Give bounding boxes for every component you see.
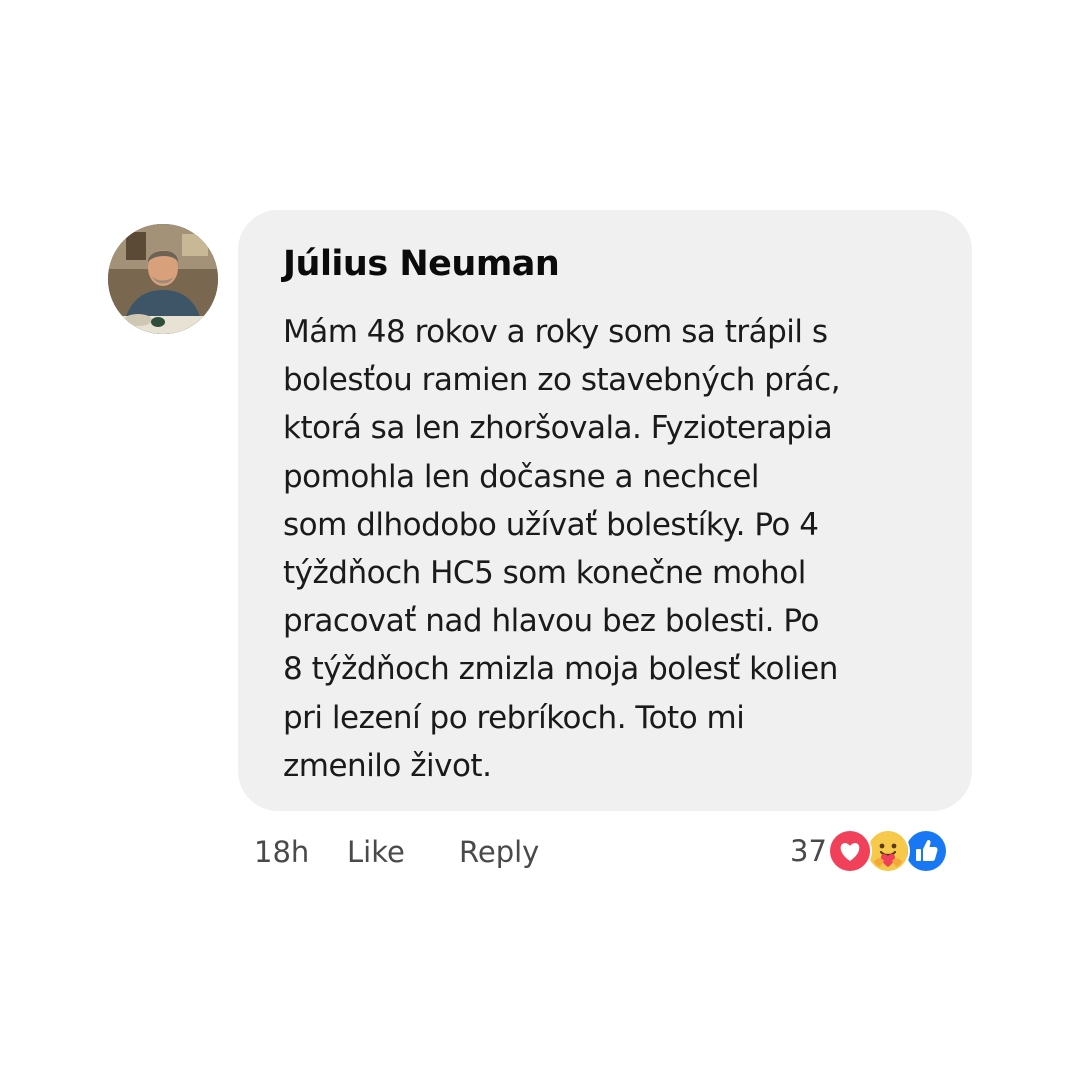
- heart-reaction-icon: [827, 829, 872, 873]
- comment-bubble: Július Neuman Mám 48 rokov a roky som sa…: [238, 210, 972, 811]
- comment-text-line: 8 týždňoch zmizla moja bolesť kolien: [283, 651, 838, 688]
- comment-text-line: týždňoch HC5 som konečne mohol: [283, 555, 806, 592]
- comment-text-line: bolesťou ramien zo stavebných prác,: [283, 362, 841, 399]
- like-reaction-icon: [903, 829, 948, 873]
- comment-text-line: pomohla len dočasne a nechcel: [283, 458, 760, 495]
- reaction-count: 37: [790, 834, 827, 868]
- reactions-summary[interactable]: 37: [790, 829, 948, 873]
- comment-text-line: som dlhodobo užívať bolestíky. Po 4: [283, 506, 819, 543]
- avatar[interactable]: [108, 224, 218, 334]
- avatar-photo: [108, 224, 218, 334]
- comment-timestamp[interactable]: 18h: [254, 832, 309, 872]
- comment-text-line: Mám 48 rokov a roky som sa trápil s: [283, 314, 828, 350]
- comment-text-line: pracovať nad hlavou bez bolesti. Po: [283, 603, 819, 640]
- comment-text-line: ktorá sa len zhoršovala. Fyzioterapia: [283, 410, 833, 447]
- reply-button[interactable]: Reply: [459, 832, 539, 872]
- care-reaction-icon: [865, 829, 910, 873]
- like-button[interactable]: Like: [347, 832, 405, 872]
- comment-text-line: pri lezení po rebríkoch. Toto mi: [283, 699, 745, 736]
- comment-text: Mám 48 rokov a roky som sa trápil s bole…: [283, 308, 928, 790]
- comment-text-line: zmenilo život.: [283, 747, 492, 784]
- comment-author-name[interactable]: Július Neuman: [283, 246, 928, 282]
